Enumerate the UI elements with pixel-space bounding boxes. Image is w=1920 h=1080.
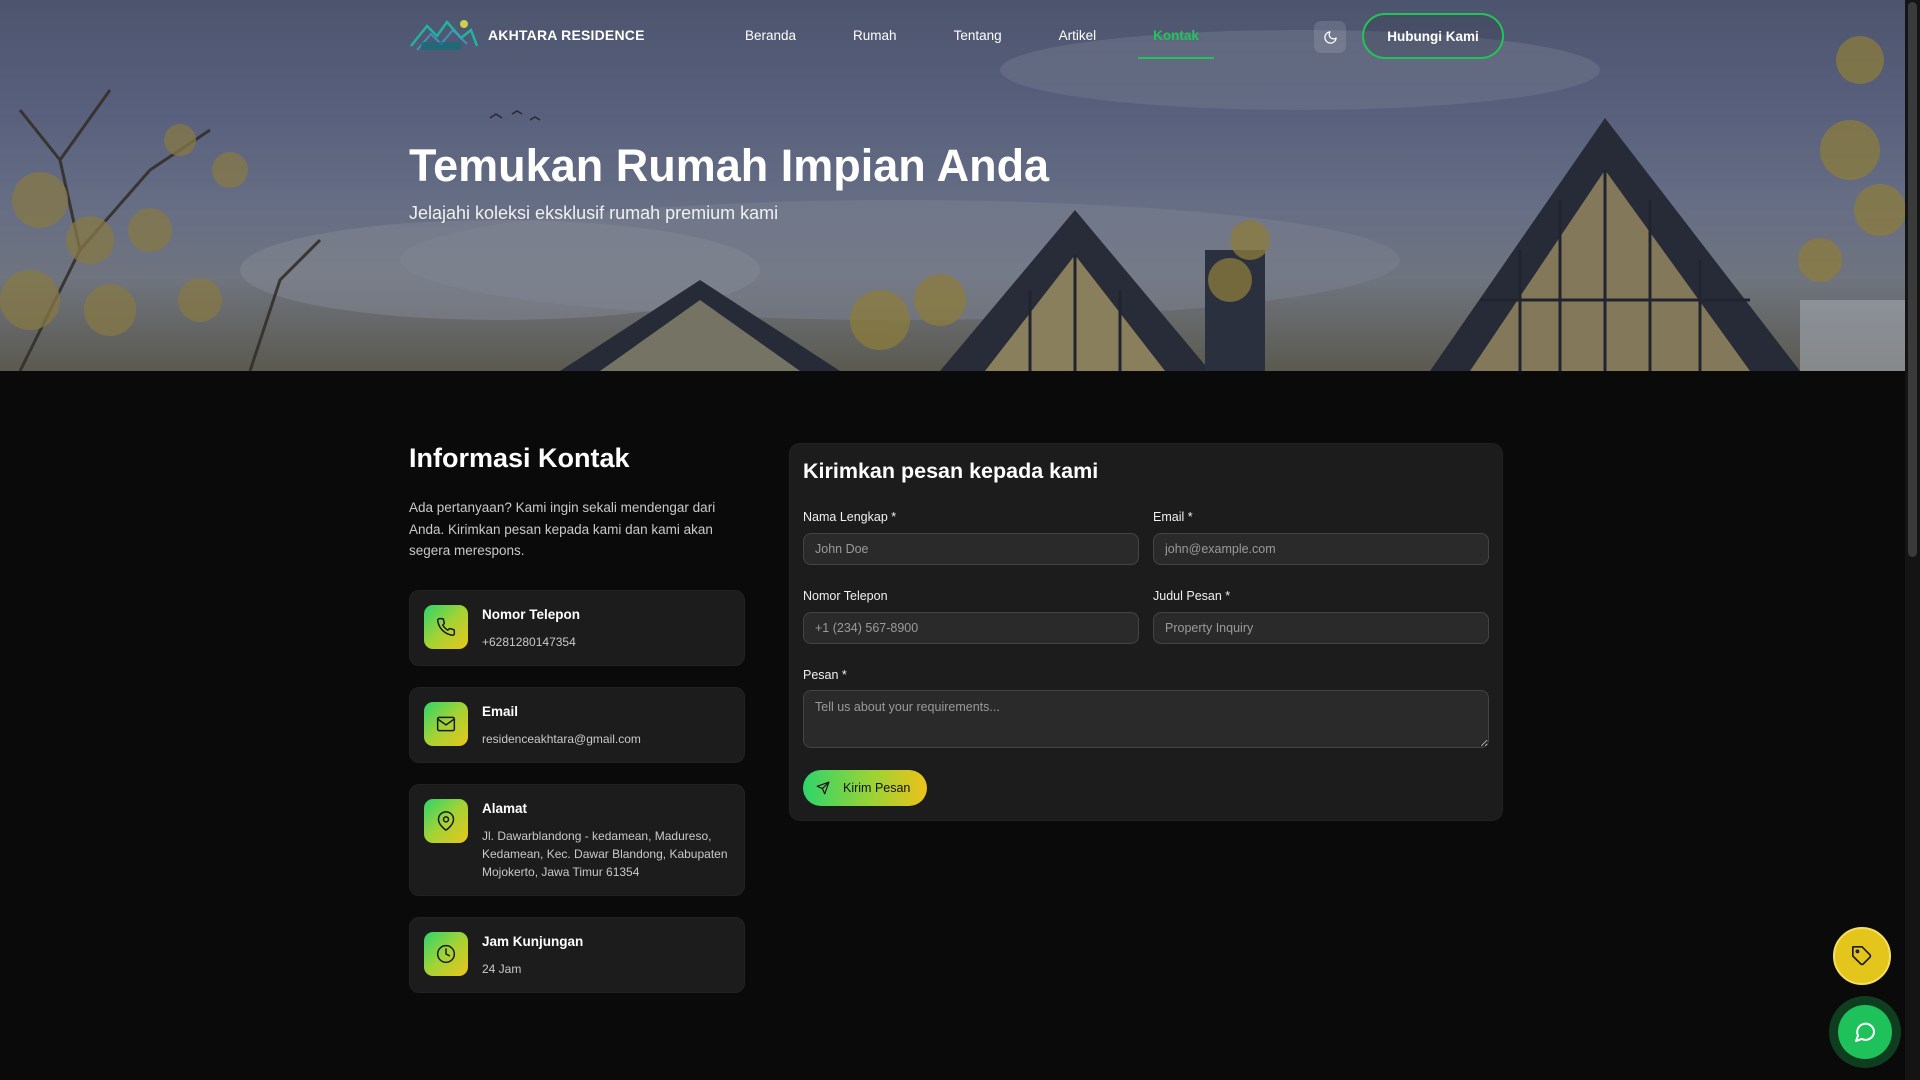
page-scrollbar[interactable]: [1905, 0, 1920, 1080]
contact-info-description: Ada pertanyaan? Kami ingin sekali menden…: [409, 500, 716, 558]
name-label: Nama Lengkap *: [803, 510, 897, 524]
send-message-button[interactable]: Kirim Pesan: [803, 770, 927, 806]
hero-title: Temukan Rumah Impian Anda: [409, 140, 1050, 191]
nav-link-beranda[interactable]: Beranda: [730, 0, 811, 72]
mail-icon: [424, 702, 468, 746]
chat-icon: [1855, 1022, 1875, 1042]
email-input[interactable]: [1153, 533, 1489, 565]
visiting-hours: 24 Jam: [482, 962, 522, 976]
send-message-label: Kirim Pesan: [843, 781, 911, 795]
email-label: Email *: [1153, 510, 1193, 524]
chat-button[interactable]: [1829, 996, 1901, 1068]
top-navigation: AKHTARA RESIDENCE Beranda Rumah Tentang …: [0, 0, 1920, 72]
contact-info-title: Informasi Kontak: [409, 443, 630, 473]
contact-card-title: Jam Kunjungan: [482, 934, 584, 949]
tag-icon: [1852, 946, 1872, 966]
map-pin-icon: [424, 799, 468, 843]
clock-icon: [424, 932, 468, 976]
contact-card-email: Email residenceakhtara@gmail.com: [409, 687, 745, 763]
nav-link-rumah[interactable]: Rumah: [838, 0, 912, 72]
nav-links: Beranda Rumah Tentang Artikel Kontak: [730, 0, 1241, 72]
nav-link-artikel[interactable]: Artikel: [1044, 0, 1112, 72]
contact-card-title: Alamat: [482, 801, 528, 816]
phone-number[interactable]: +6281280147354: [482, 633, 737, 651]
nav-link-tentang[interactable]: Tentang: [939, 0, 1017, 72]
nav-link-kontak[interactable]: Kontak: [1138, 0, 1214, 72]
contact-card-phone: Nomor Telepon +6281280147354: [409, 590, 745, 666]
brand-name[interactable]: AKHTARA RESIDENCE: [488, 27, 645, 43]
subject-input[interactable]: [1153, 612, 1489, 644]
brand-logo[interactable]: [409, 14, 479, 56]
name-input[interactable]: [803, 533, 1139, 565]
contact-card-hours: Jam Kunjungan 24 Jam: [409, 917, 745, 993]
contact-card-title: Email: [482, 704, 519, 719]
message-label: Pesan *: [803, 668, 847, 682]
theme-toggle-button[interactable]: [1314, 21, 1346, 53]
send-icon: [816, 781, 830, 795]
phone-label: Nomor Telepon: [803, 589, 888, 603]
email-address[interactable]: residenceakhtara@gmail.com: [482, 730, 737, 748]
message-textarea[interactable]: [803, 690, 1489, 748]
form-title: Kirimkan pesan kepada kami: [803, 459, 1099, 483]
promo-tag-button[interactable]: [1833, 927, 1891, 985]
phone-input[interactable]: [803, 612, 1139, 644]
contact-us-button[interactable]: Hubungi Kami: [1362, 13, 1504, 59]
contact-card-title: Nomor Telepon: [482, 607, 581, 622]
phone-icon: [424, 605, 468, 649]
moon-icon: [1323, 30, 1337, 44]
address-text: Jl. Dawarblandong - kedamean, Madureso, …: [482, 829, 728, 879]
scrollbar-thumb[interactable]: [1908, 2, 1917, 557]
hero-subtitle: Jelajahi koleksi eksklusif rumah premium…: [409, 203, 779, 223]
subject-label: Judul Pesan *: [1153, 589, 1231, 603]
contact-card-address: Alamat Jl. Dawarblandong - kedamean, Mad…: [409, 784, 745, 896]
